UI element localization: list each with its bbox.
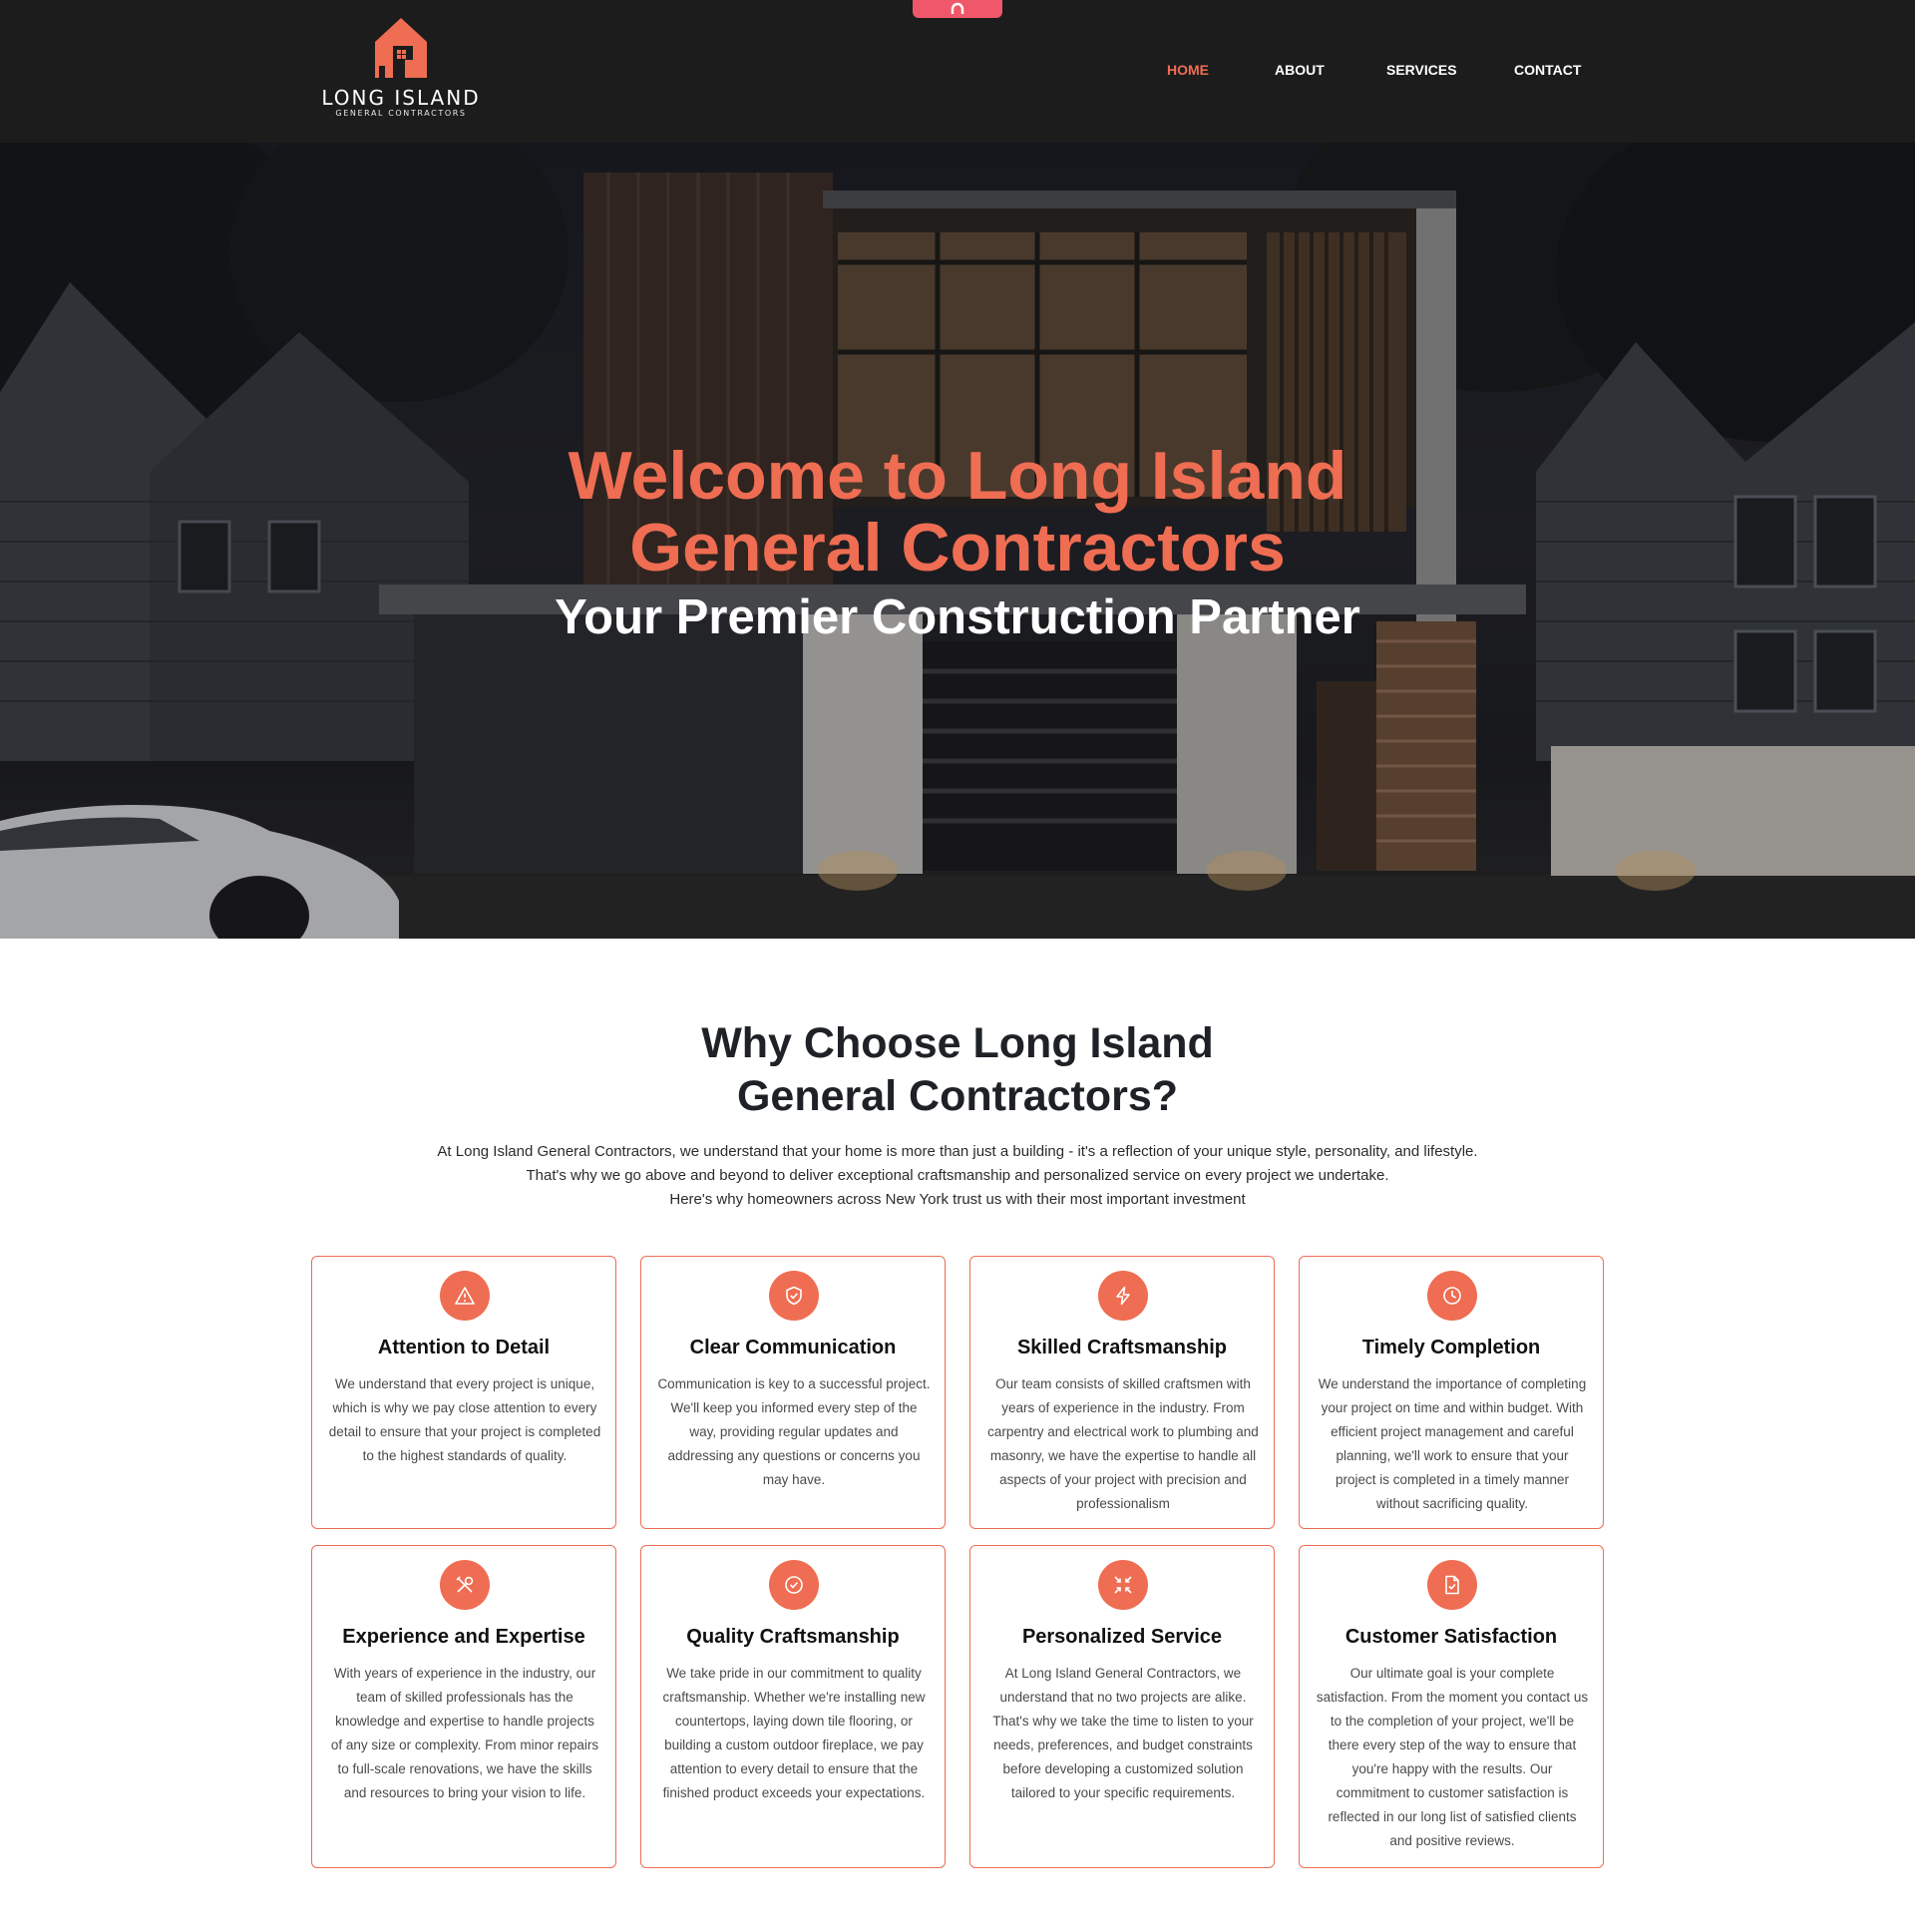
top-tab-button[interactable] [913, 0, 1002, 18]
lightning-bolt-icon [1098, 1271, 1148, 1321]
card-title: Clear Communication [689, 1337, 897, 1358]
card-text: We understand the importance of completi… [1318, 1376, 1587, 1511]
why-title-line1: Why Choose Long Island [701, 1019, 1214, 1067]
tools-icon [440, 1560, 490, 1610]
clock-icon [1427, 1271, 1477, 1321]
feature-card-experience: Experience and Expertise With years of e… [311, 1545, 616, 1868]
feature-card-craftsmanship: Skilled Craftsmanship Our team consists … [969, 1256, 1275, 1529]
nav-services[interactable]: SERVICES [1386, 62, 1457, 78]
card-text: Our ultimate goal is your complete satis… [1316, 1666, 1589, 1848]
feature-card-quality: Quality Craftsmanship We take pride in o… [640, 1545, 946, 1868]
check-circle-icon [769, 1560, 819, 1610]
feature-card-satisfaction: Customer Satisfaction Our ultimate goal … [1299, 1545, 1604, 1868]
feature-card-attention: Attention to Detail We understand that e… [311, 1256, 616, 1529]
why-intro-line1: At Long Island General Contractors, we u… [437, 1143, 1478, 1160]
why-intro: At Long Island General Contractors, we u… [379, 1140, 1536, 1212]
card-text: At Long Island General Contractors, we u… [992, 1666, 1254, 1800]
main-nav: HOME ABOUT SERVICES CONTACT [1147, 62, 1596, 82]
arch-icon [951, 2, 964, 14]
why-intro-line3: Here's why homeowners across New York tr… [669, 1191, 1246, 1208]
card-text: Our team consists of skilled craftsmen w… [987, 1376, 1259, 1511]
card-title: Quality Craftsmanship [686, 1626, 900, 1648]
nav-about[interactable]: ABOUT [1275, 62, 1325, 78]
card-title: Customer Satisfaction [1344, 1626, 1558, 1648]
document-check-icon [1427, 1560, 1477, 1610]
nav-home[interactable]: HOME [1167, 62, 1209, 78]
why-title-line2: General Contractors? [736, 1072, 1179, 1120]
shield-check-icon [769, 1271, 819, 1321]
card-text: Communication is key to a successful pro… [657, 1376, 931, 1487]
house-logo-icon [375, 18, 427, 78]
brand-name: LONG ISLAND [321, 86, 481, 110]
card-title: Experience and Expertise [342, 1626, 585, 1648]
card-title: Personalized Service [1021, 1626, 1223, 1648]
card-title: Timely Completion [1361, 1337, 1541, 1358]
brand-logo[interactable]: LONG ISLAND GENERAL CONTRACTORS [321, 16, 481, 120]
arrows-inward-icon [1098, 1560, 1148, 1610]
nav-contact[interactable]: CONTACT [1514, 62, 1581, 78]
feature-card-timely: Timely Completion We understand the impo… [1299, 1256, 1604, 1529]
card-text: We take pride in our commitment to quali… [662, 1666, 926, 1800]
card-title: Attention to Detail [377, 1337, 551, 1358]
why-intro-line2: That's why we go above and beyond to del… [526, 1167, 1389, 1184]
card-text: With years of experience in the industry… [330, 1666, 599, 1800]
why-title: Why Choose Long Island General Contracto… [559, 1017, 1356, 1123]
hero-title-line1: Welcome to Long Island [568, 438, 1347, 514]
site-header: LONG ISLAND GENERAL CONTRACTORS HOME ABO… [0, 0, 1915, 143]
warning-triangle-icon [440, 1271, 490, 1321]
brand-tagline: GENERAL CONTRACTORS [335, 109, 467, 118]
hero-banner: Welcome to Long Island General Contracto… [0, 143, 1915, 939]
hero-title: Welcome to Long Island General Contracto… [459, 440, 1456, 583]
feature-card-personalized: Personalized Service At Long Island Gene… [969, 1545, 1275, 1868]
hero-subtitle: Your Premier Construction Partner [555, 590, 1360, 644]
feature-card-communication: Clear Communication Communication is key… [640, 1256, 946, 1529]
hero-title-line2: General Contractors [629, 510, 1286, 585]
card-text: We understand that every project is uniq… [328, 1376, 601, 1463]
card-title: Skilled Craftsmanship [1016, 1337, 1228, 1358]
